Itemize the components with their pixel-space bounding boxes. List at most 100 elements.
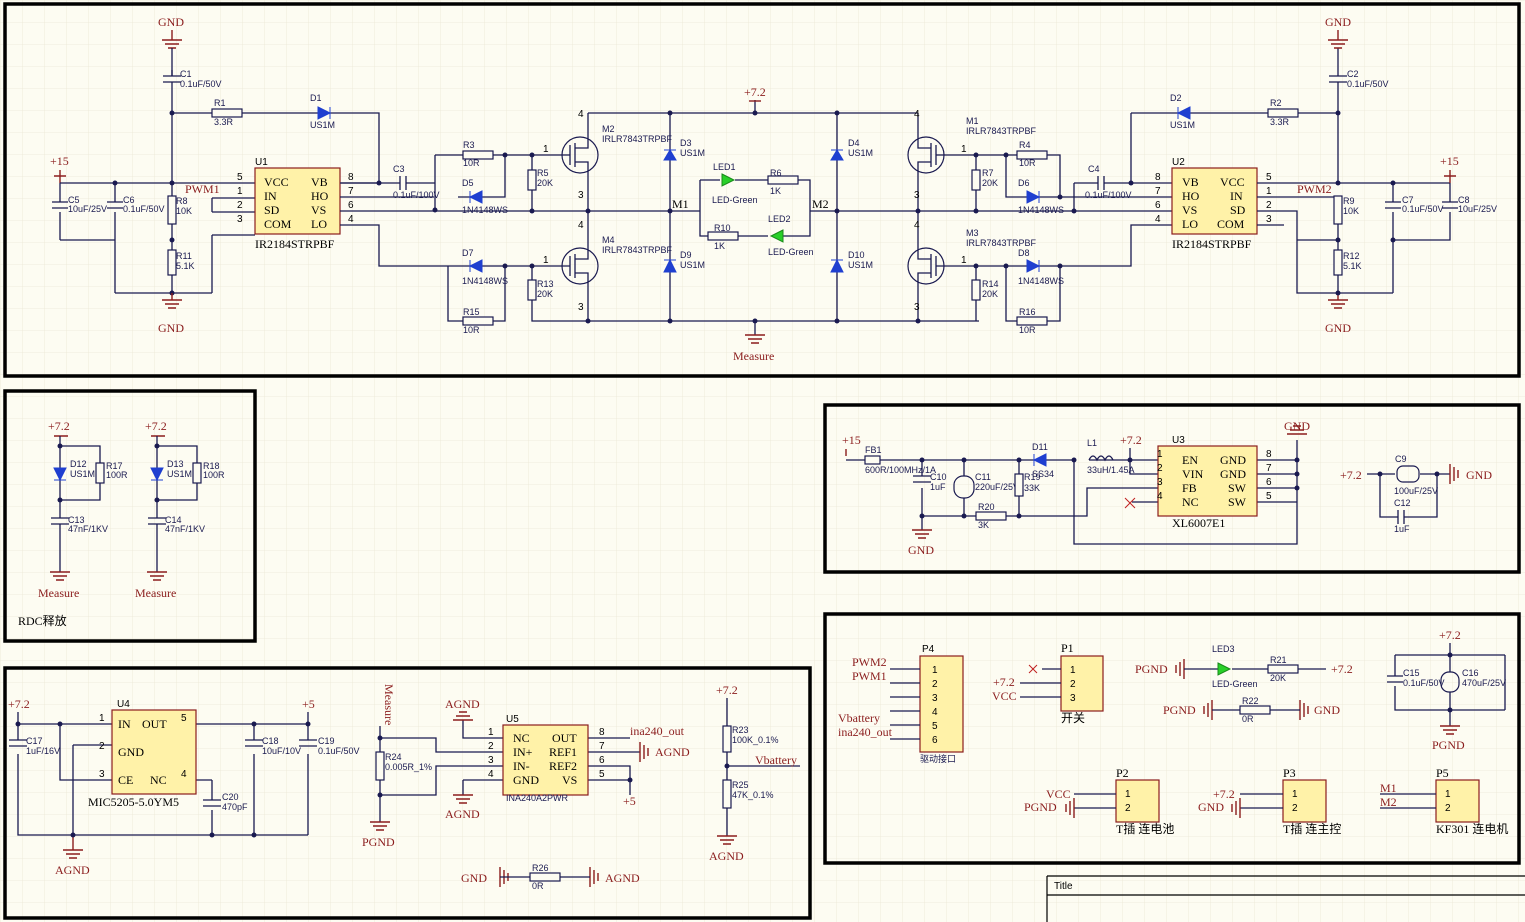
svg-text:2: 2 <box>1157 463 1163 474</box>
svg-text:0.1uF/100V: 0.1uF/100V <box>1085 190 1132 200</box>
svg-text:GND: GND <box>908 543 934 557</box>
svg-text:FB1: FB1 <box>865 445 882 455</box>
svg-text:VCC: VCC <box>1220 175 1245 189</box>
svg-text:INA240A2PWR: INA240A2PWR <box>506 793 569 803</box>
svg-text:5: 5 <box>1266 491 1272 502</box>
svg-text:M4: M4 <box>602 235 615 245</box>
resistor-r25 <box>722 779 732 809</box>
resistor-r17 <box>95 462 105 484</box>
svg-text:AGND: AGND <box>605 871 640 885</box>
svg-text:M1: M1 <box>966 116 979 126</box>
svg-text:Measure: Measure <box>733 349 774 363</box>
resistor-r26 <box>529 872 561 882</box>
svg-text:D12: D12 <box>70 459 87 469</box>
svg-text:R23: R23 <box>732 725 749 735</box>
svg-text:PWM2: PWM2 <box>852 655 887 669</box>
resistor-r7 <box>971 169 981 191</box>
svg-text:D10: D10 <box>848 250 865 260</box>
svg-text:R11: R11 <box>176 251 192 261</box>
svg-text:IRLR7843TRPBF: IRLR7843TRPBF <box>602 245 673 255</box>
svg-text:P4: P4 <box>922 644 935 655</box>
svg-text:6: 6 <box>1266 477 1272 488</box>
svg-text:3: 3 <box>932 693 938 704</box>
svg-text:GND: GND <box>118 745 144 759</box>
svg-text:220uF/25V: 220uF/25V <box>975 482 1019 492</box>
svg-text:1K: 1K <box>770 186 781 196</box>
svg-text:4: 4 <box>488 769 494 780</box>
svg-text:20K: 20K <box>537 289 553 299</box>
svg-text:10K: 10K <box>176 206 192 216</box>
svg-text:PWM2: PWM2 <box>1297 182 1332 196</box>
resistor-r8 <box>167 195 177 225</box>
svg-text:1: 1 <box>1157 449 1163 460</box>
svg-text:T插 连电池: T插 连电池 <box>1116 821 1174 836</box>
svg-text:0R: 0R <box>1242 714 1254 724</box>
svg-text:REF1: REF1 <box>549 745 577 759</box>
svg-text:NC: NC <box>150 773 167 787</box>
svg-text:C1: C1 <box>180 69 192 79</box>
resistor-r10 <box>707 231 739 241</box>
svg-text:D11: D11 <box>1032 442 1048 452</box>
svg-text:1N4148WS: 1N4148WS <box>462 276 508 286</box>
svg-text:COM: COM <box>1217 217 1245 231</box>
svg-text:47K_0.1%: 47K_0.1% <box>732 790 774 800</box>
svg-text:6: 6 <box>599 755 605 766</box>
svg-text:+5: +5 <box>623 794 636 808</box>
svg-text:3: 3 <box>1157 477 1163 488</box>
svg-text:1N4148WS: 1N4148WS <box>462 205 508 215</box>
svg-text:Vbattery: Vbattery <box>838 711 880 725</box>
svg-text:5.1K: 5.1K <box>176 261 195 271</box>
svg-text:3: 3 <box>488 755 494 766</box>
svg-text:IR2184STRPBF: IR2184STRPBF <box>1172 237 1252 251</box>
svg-text:2: 2 <box>99 741 105 752</box>
svg-text:R6: R6 <box>770 168 782 178</box>
svg-text:REF2: REF2 <box>549 759 577 773</box>
svg-text:C17: C17 <box>26 736 43 746</box>
svg-text:AGND: AGND <box>445 697 480 711</box>
svg-text:3: 3 <box>914 190 920 201</box>
svg-text:+7.2: +7.2 <box>1340 468 1362 482</box>
svg-text:3: 3 <box>578 302 584 313</box>
svg-text:D9: D9 <box>680 250 692 260</box>
svg-text:1: 1 <box>1125 789 1131 800</box>
resistor-r22 <box>1239 705 1271 715</box>
svg-text:R20: R20 <box>978 502 995 512</box>
svg-text:OUT: OUT <box>142 717 167 731</box>
svg-text:GND: GND <box>1466 468 1492 482</box>
svg-text:Measure: Measure <box>135 586 176 600</box>
svg-text:ina240_out: ina240_out <box>630 724 685 738</box>
svg-text:2: 2 <box>1070 679 1076 690</box>
svg-text:T插 连主控: T插 连主控 <box>1283 821 1341 836</box>
svg-text:4: 4 <box>1157 491 1163 502</box>
svg-text:0R: 0R <box>532 881 544 891</box>
svg-text:C20: C20 <box>222 792 239 802</box>
svg-text:47nF/1KV: 47nF/1KV <box>165 524 205 534</box>
resistor-r18 <box>192 462 202 484</box>
svg-text:1: 1 <box>543 144 549 155</box>
svg-text:NC: NC <box>1182 495 1199 509</box>
svg-text:C9: C9 <box>1395 454 1407 464</box>
svg-text:7: 7 <box>1155 186 1161 197</box>
ic-u3: U3 XL6007E1 EN VIN FB NC GND GND SW SW 1… <box>1157 435 1272 530</box>
svg-text:GND: GND <box>1198 800 1224 814</box>
svg-text:10uF/10V: 10uF/10V <box>262 746 301 756</box>
svg-text:VS: VS <box>311 203 326 217</box>
svg-text:C4: C4 <box>1088 164 1100 174</box>
svg-text:4: 4 <box>578 220 584 231</box>
svg-text:GND: GND <box>158 321 184 335</box>
svg-text:US1M: US1M <box>848 260 873 270</box>
svg-text:4: 4 <box>348 214 354 225</box>
gnd-symbol-buck-top: GND <box>1284 419 1310 435</box>
svg-text:R4: R4 <box>1019 140 1031 150</box>
svg-text:R2: R2 <box>1270 98 1282 108</box>
svg-text:U2: U2 <box>1172 157 1185 168</box>
svg-text:0.1uF/50V: 0.1uF/50V <box>1402 204 1444 214</box>
svg-text:US1M: US1M <box>310 120 335 130</box>
svg-text:D1: D1 <box>310 93 322 103</box>
svg-text:SD: SD <box>1230 203 1246 217</box>
svg-text:M3: M3 <box>966 228 979 238</box>
svg-text:R26: R26 <box>532 863 549 873</box>
svg-text:0.1uF/50V: 0.1uF/50V <box>1403 678 1445 688</box>
svg-text:PGND: PGND <box>362 835 395 849</box>
svg-text:R10: R10 <box>714 223 731 233</box>
